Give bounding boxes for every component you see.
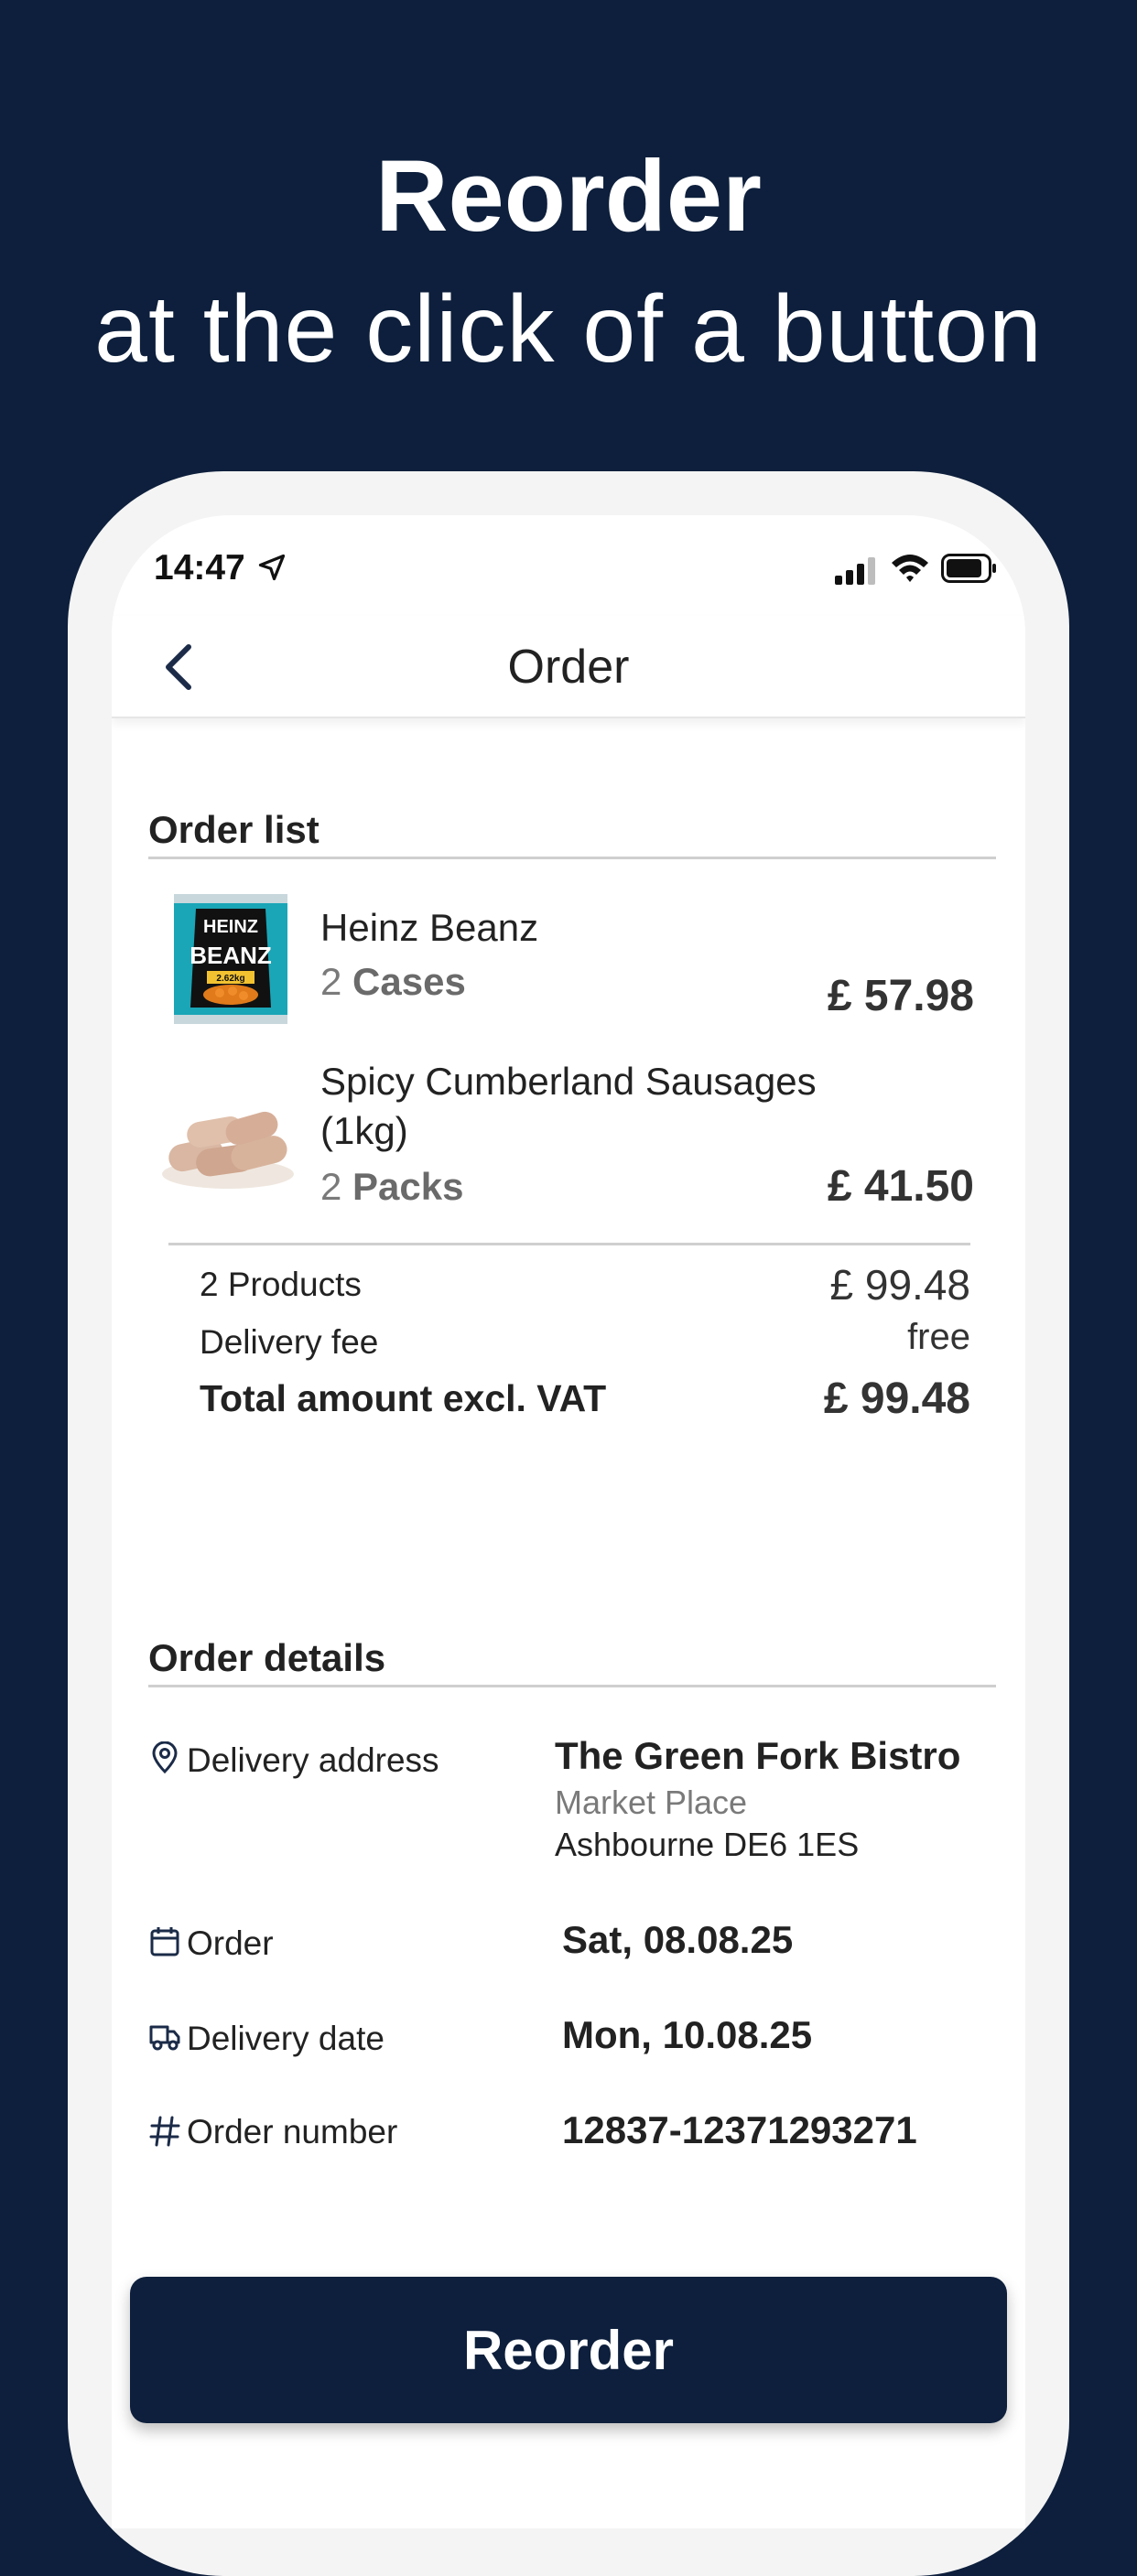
quantity-number: 2 bbox=[320, 960, 342, 1003]
address-line2: Ashbourne DE6 1ES bbox=[555, 1826, 860, 1863]
product-quantity: 2 Packs bbox=[320, 1165, 463, 1209]
product-price: £ 57.98 bbox=[827, 972, 974, 1020]
delivery-fee-value: free bbox=[907, 1317, 970, 1357]
product-quantity: 2 Cases bbox=[320, 960, 466, 1004]
can-weight-text: 2.62kg bbox=[216, 974, 244, 984]
delivery-date-label: Delivery date bbox=[187, 2020, 384, 2057]
signal-icon bbox=[835, 557, 875, 585]
battery-icon bbox=[941, 554, 996, 583]
address-line1: Market Place bbox=[555, 1784, 748, 1821]
divider bbox=[148, 857, 996, 859]
divider bbox=[168, 1243, 970, 1245]
heinz-beanz-image: HEINZ BEANZ 2.62kg bbox=[174, 894, 287, 1024]
phone-screen: 14:47 Order Order list HEINZ BEANZ 2.62k… bbox=[112, 515, 1025, 2528]
page-title: Order bbox=[507, 641, 630, 694]
quantity-number: 2 bbox=[320, 1165, 342, 1208]
total-value: £ 99.48 bbox=[823, 1374, 970, 1423]
order-number-label: Order number bbox=[187, 2113, 398, 2150]
products-count-label: 2 Products bbox=[200, 1266, 362, 1303]
map-pin-icon bbox=[152, 1741, 178, 1774]
delivery-fee-label: Delivery fee bbox=[200, 1323, 379, 1361]
delivery-address-label: Delivery address bbox=[187, 1741, 439, 1779]
location-arrow-icon bbox=[258, 554, 286, 581]
quantity-unit: Cases bbox=[352, 960, 466, 1003]
hero-subtitle: at the click of a button bbox=[94, 276, 1043, 383]
total-label: Total amount excl. VAT bbox=[200, 1377, 607, 1419]
can-product-text: BEANZ bbox=[190, 942, 272, 969]
order-number-value: 12837-12371293271 bbox=[562, 2108, 917, 2151]
order-date-label: Order bbox=[187, 1924, 274, 1962]
order-details-title: Order details bbox=[148, 1636, 386, 1679]
product-name: Heinz Beanz bbox=[320, 906, 539, 949]
order-list-title: Order list bbox=[148, 808, 319, 851]
address-name: The Green Fork Bistro bbox=[555, 1734, 961, 1777]
reorder-button[interactable]: Reorder bbox=[130, 2277, 1007, 2423]
sausages-image bbox=[162, 1111, 294, 1189]
delivery-date-value: Mon, 10.08.25 bbox=[562, 2013, 813, 2056]
status-bar: 14:47 bbox=[112, 515, 1025, 625]
divider bbox=[148, 1685, 996, 1687]
status-time: 14:47 bbox=[154, 548, 245, 587]
hero-title: Reorder bbox=[375, 140, 762, 253]
nav-bar: Order bbox=[112, 616, 1025, 718]
order-date-value: Sat, 08.08.25 bbox=[562, 1918, 794, 1961]
hash-icon bbox=[149, 2116, 180, 2147]
product-name: Spicy Cumberland Sausages (1kg) bbox=[320, 1060, 817, 1152]
can-brand-text: HEINZ bbox=[203, 917, 258, 937]
truck-icon bbox=[149, 2025, 180, 2051]
products-subtotal: £ 99.48 bbox=[829, 1261, 970, 1309]
wifi-icon bbox=[892, 555, 928, 582]
quantity-unit: Packs bbox=[352, 1165, 464, 1208]
product-price: £ 41.50 bbox=[827, 1162, 974, 1211]
calendar-icon bbox=[150, 1927, 179, 1956]
